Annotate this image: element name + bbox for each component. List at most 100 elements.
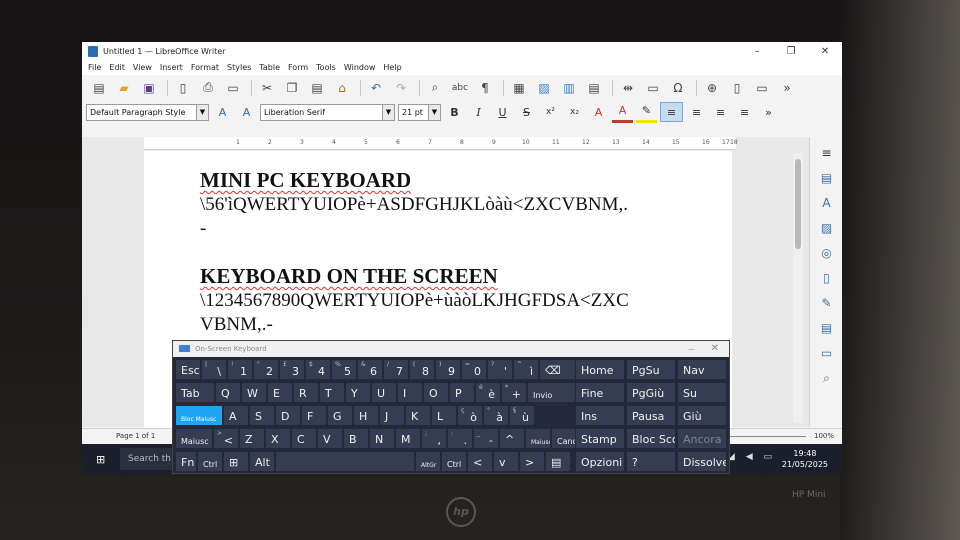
osk-key[interactable]: F bbox=[301, 405, 327, 426]
toolbar-overflow-icon[interactable]: » bbox=[758, 103, 779, 121]
osk-close-button[interactable]: ✕ bbox=[711, 341, 719, 357]
osk-key[interactable]: çò bbox=[457, 405, 483, 426]
undo-icon[interactable]: ↶ bbox=[365, 78, 387, 98]
clear-formatting-icon[interactable]: A bbox=[588, 103, 609, 121]
minimize-button[interactable]: – bbox=[740, 46, 774, 57]
document-body[interactable]: MINI PC KEYBOARD \56'ìQWERTYUIOPè+ASDFGH… bbox=[200, 167, 629, 337]
taskbar-clock[interactable]: 19:48 21/05/2025 bbox=[782, 448, 828, 470]
menu-form[interactable]: Form bbox=[288, 63, 308, 72]
paragraph-style-combo[interactable]: Default Paragraph Style ▼ bbox=[86, 103, 209, 121]
menu-tools[interactable]: Tools bbox=[316, 63, 336, 72]
insert-textbox-icon[interactable]: ▤ bbox=[583, 78, 605, 98]
osk-key[interactable]: X bbox=[265, 428, 291, 449]
osk-key[interactable]: S bbox=[249, 405, 275, 426]
menu-table[interactable]: Table bbox=[259, 63, 280, 72]
osk-key[interactable]: | \ bbox=[201, 359, 227, 380]
osk-key[interactable]: ^ bbox=[499, 428, 525, 449]
style-inspector-icon[interactable]: ✎ bbox=[819, 295, 835, 311]
italic-icon[interactable]: I bbox=[468, 103, 489, 121]
osk-nav-key[interactable]: Ins bbox=[575, 405, 625, 426]
update-style-icon[interactable]: A bbox=[212, 103, 233, 121]
hamburger-menu-icon[interactable]: ≡ bbox=[819, 145, 835, 161]
osk-nav-key[interactable]: Su bbox=[677, 382, 727, 403]
print-preview-icon[interactable]: ▭ bbox=[222, 78, 244, 98]
paste-icon[interactable]: ▤ bbox=[306, 78, 328, 98]
align-center-icon[interactable]: ≡ bbox=[686, 103, 707, 121]
osk-nav-key[interactable]: Bloc Scorr bbox=[626, 428, 676, 449]
osk-key[interactable]: ) 9 bbox=[435, 359, 461, 380]
hyperlink-icon[interactable]: ⊕ bbox=[701, 78, 723, 98]
osk-key[interactable]: § ù bbox=[509, 405, 535, 426]
navigator-icon[interactable]: ◎ bbox=[819, 245, 835, 261]
font-name-combo[interactable]: Liberation Serif ▼ bbox=[260, 103, 395, 121]
osk-nav-key[interactable]: Dissolvenza bbox=[677, 451, 727, 472]
export-pdf-icon[interactable]: ▯ bbox=[172, 78, 194, 98]
align-left-icon[interactable]: ≡ bbox=[660, 102, 683, 122]
copy-icon[interactable]: ❐ bbox=[281, 78, 303, 98]
osk-key[interactable]: > < bbox=[213, 428, 239, 449]
gallery-icon[interactable]: ▨ bbox=[819, 220, 835, 236]
page-break-icon[interactable]: ⇹ bbox=[617, 78, 639, 98]
osk-key[interactable]: ⊞ bbox=[223, 451, 249, 472]
osk-key[interactable]: Invio bbox=[527, 382, 581, 403]
osk-key[interactable]: ▤ bbox=[545, 451, 571, 472]
insert-chart-icon[interactable]: ▥ bbox=[558, 78, 580, 98]
osk-key[interactable]: Z bbox=[239, 428, 265, 449]
osk-key[interactable]: I bbox=[397, 382, 423, 403]
osk-key[interactable]: Maiusc bbox=[525, 428, 551, 449]
menu-format[interactable]: Format bbox=[191, 63, 219, 72]
menu-window[interactable]: Window bbox=[344, 63, 376, 72]
osk-key[interactable]: ! 1 bbox=[227, 359, 253, 380]
save-icon[interactable]: ▣ bbox=[138, 78, 160, 98]
insert-field-icon[interactable]: ▭ bbox=[642, 78, 664, 98]
osk-key[interactable]: P bbox=[449, 382, 475, 403]
osk-nav-key[interactable]: PgGiù bbox=[626, 382, 676, 403]
osk-key[interactable]: Tab bbox=[175, 382, 215, 403]
osk-key[interactable]: T bbox=[319, 382, 345, 403]
maximize-button[interactable]: ❐ bbox=[774, 46, 808, 57]
insert-table-icon[interactable]: ▦ bbox=[508, 78, 530, 98]
comment-icon[interactable]: ▭ bbox=[751, 78, 773, 98]
zoom-level[interactable]: 100% bbox=[814, 432, 834, 440]
horizontal-ruler[interactable]: 1 2 3 4 5 6 7 8 9 10 11 12 13 14 15 16 1… bbox=[144, 137, 738, 150]
chevron-down-icon[interactable]: ▼ bbox=[196, 104, 208, 120]
special-character-icon[interactable]: Ω bbox=[667, 78, 689, 98]
subscript-icon[interactable]: x₂ bbox=[564, 103, 585, 121]
formatting-marks-icon[interactable]: ¶ bbox=[474, 78, 496, 98]
osk-key[interactable]: _ - bbox=[473, 428, 499, 449]
osk-key[interactable]: ? ' bbox=[487, 359, 513, 380]
osk-key[interactable]: (8 bbox=[409, 359, 435, 380]
osk-nav-key[interactable]: Home bbox=[575, 359, 625, 380]
osk-key[interactable]: /7 bbox=[383, 359, 409, 380]
osk-key[interactable]: C bbox=[291, 428, 317, 449]
osk-nav-key[interactable]: Opzioni bbox=[575, 451, 625, 472]
insert-image-icon[interactable]: ▨ bbox=[533, 78, 555, 98]
superscript-icon[interactable]: x² bbox=[540, 103, 561, 121]
chevron-down-icon[interactable]: ▼ bbox=[428, 104, 440, 120]
osk-key[interactable]: O bbox=[423, 382, 449, 403]
chevron-down-icon[interactable]: ▼ bbox=[382, 104, 394, 120]
osk-key[interactable]: Ctrl bbox=[197, 451, 223, 472]
osk-nav-key[interactable]: Nav bbox=[677, 359, 727, 380]
osk-key[interactable]: J bbox=[379, 405, 405, 426]
osk-nav-key[interactable]: Ancora bbox=[677, 428, 727, 449]
osk-key[interactable]: K bbox=[405, 405, 431, 426]
cut-icon[interactable]: ✂ bbox=[256, 78, 278, 98]
osk-key[interactable]: ° à bbox=[483, 405, 509, 426]
toolbar-overflow-icon[interactable]: » bbox=[776, 78, 798, 98]
osk-title-bar[interactable]: On-Screen Keyboard — ✕ bbox=[173, 341, 729, 357]
osk-key[interactable]: = 0 bbox=[461, 359, 487, 380]
osk-key[interactable]: " 2 bbox=[253, 359, 279, 380]
osk-key[interactable]: Fn bbox=[175, 451, 197, 472]
system-tray[interactable]: ◢ ◀ ▭ bbox=[728, 452, 776, 462]
footnote-icon[interactable]: ▯ bbox=[726, 78, 748, 98]
osk-key[interactable]: A bbox=[223, 405, 249, 426]
osk-key[interactable]: > bbox=[519, 451, 545, 472]
bold-icon[interactable]: B bbox=[444, 103, 465, 121]
design-icon[interactable]: ▭ bbox=[819, 345, 835, 361]
osk-nav-key[interactable]: Fine bbox=[575, 382, 625, 403]
osk-key[interactable]: D bbox=[275, 405, 301, 426]
osk-key[interactable]: * + bbox=[501, 382, 527, 403]
osk-key[interactable]: Ctrl bbox=[441, 451, 467, 472]
osk-key[interactable]: Y bbox=[345, 382, 371, 403]
